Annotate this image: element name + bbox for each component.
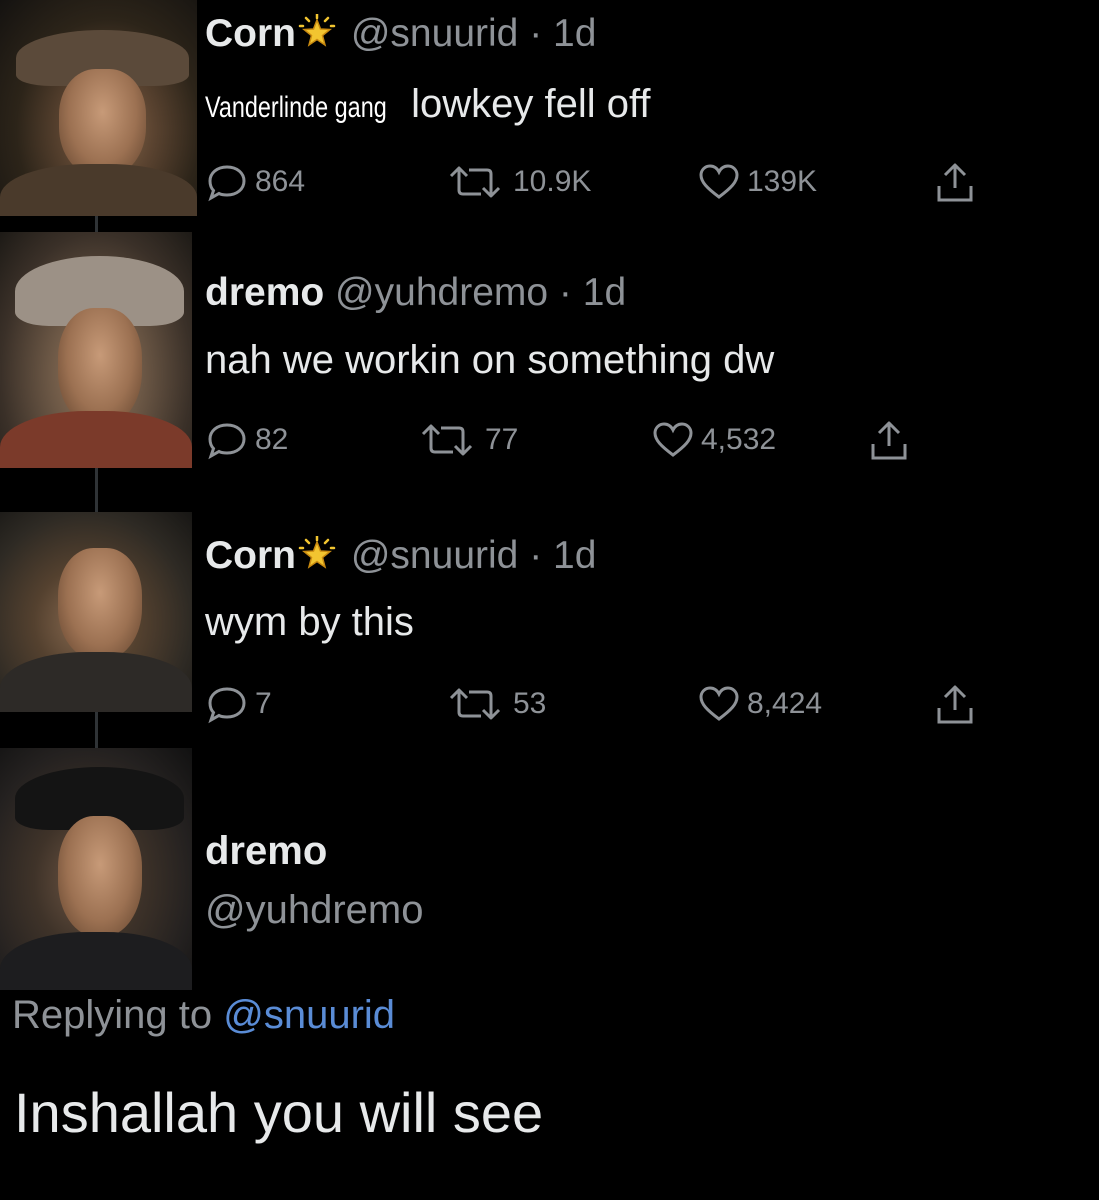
heart-icon [653, 422, 693, 457]
action-bar: 7 53 8,424 [205, 684, 995, 724]
tweet-header: dremo @yuhdremo · 1d [205, 273, 626, 312]
like-button[interactable]: 4,532 [651, 420, 776, 460]
like-count: 4,532 [701, 423, 777, 456]
avatar[interactable] [0, 232, 192, 468]
avatar[interactable] [0, 748, 192, 990]
share-upload-icon [937, 163, 973, 202]
action-bar: 864 10.9K 139K [205, 162, 995, 202]
share-button[interactable] [931, 684, 979, 733]
reply-count: 864 [255, 165, 306, 198]
tweet-text: wym by this [205, 600, 414, 644]
tweet-header: Corn @snuurid · 1d [205, 12, 596, 57]
retweet-count: 10.9K [513, 165, 592, 198]
sparkle-star-emoji-icon [298, 534, 336, 579]
reply-button[interactable]: 82 [205, 420, 288, 460]
separator-dot: · [558, 271, 572, 314]
display-name[interactable]: Corn [205, 12, 296, 55]
retweet-button[interactable]: 77 [415, 420, 518, 460]
speech-bubble-icon [208, 423, 246, 460]
timestamp[interactable]: 1d [583, 271, 626, 314]
reply-count: 82 [255, 423, 289, 456]
heart-icon [699, 164, 739, 199]
like-button[interactable]: 8,424 [697, 684, 822, 724]
avatar[interactable] [0, 512, 192, 712]
focused-tweet-text: Inshallah you will see [14, 1081, 544, 1144]
retweet-arrows-icon [449, 688, 501, 720]
share-button[interactable] [865, 420, 913, 469]
speech-bubble-icon [208, 165, 246, 202]
retweet-button[interactable]: 53 [443, 684, 546, 724]
separator-dot: · [529, 534, 543, 577]
reply-count: 7 [255, 687, 272, 720]
retweet-arrows-icon [421, 424, 473, 456]
mention-link[interactable]: @snuurid [223, 993, 395, 1037]
handle[interactable]: @yuhdremo [205, 888, 423, 933]
tweet-text-prefix: Vanderlinde gang [205, 91, 387, 124]
timestamp[interactable]: 1d [553, 534, 596, 577]
thread-line [95, 712, 98, 748]
avatar[interactable] [0, 0, 197, 216]
like-count: 8,424 [747, 687, 823, 720]
share-upload-icon [871, 421, 907, 460]
handle[interactable]: @snuurid [351, 12, 519, 55]
handle[interactable]: @yuhdremo [335, 271, 548, 314]
tweet-text: Vanderlinde gang lowkey fell off [205, 84, 650, 124]
thread-line [95, 468, 98, 512]
display-name[interactable]: dremo [205, 271, 324, 314]
tweet-text: nah we workin on something dw [205, 338, 775, 382]
tweet-text-body: lowkey fell off [411, 82, 651, 126]
thread-line [95, 216, 98, 232]
reply-button[interactable]: 864 [205, 162, 305, 202]
like-count: 139K [747, 165, 818, 198]
display-name[interactable]: dremo [205, 829, 327, 874]
reply-button[interactable]: 7 [205, 684, 272, 724]
retweet-count: 77 [485, 423, 519, 456]
like-button[interactable]: 139K [697, 162, 817, 202]
replying-to: Replying to @snuurid [12, 993, 395, 1038]
retweet-count: 53 [513, 687, 547, 720]
handle[interactable]: @snuurid [351, 534, 519, 577]
separator-dot: · [529, 12, 543, 55]
tweet-header: Corn @snuurid · 1d [205, 534, 596, 579]
display-name[interactable]: Corn [205, 534, 296, 577]
speech-bubble-icon [208, 687, 246, 724]
share-upload-icon [937, 685, 973, 724]
retweet-button[interactable]: 10.9K [443, 162, 591, 202]
action-bar: 82 77 4,532 [205, 420, 925, 460]
retweet-arrows-icon [449, 166, 501, 198]
replying-label: Replying to [12, 993, 213, 1037]
share-button[interactable] [931, 162, 979, 211]
timestamp[interactable]: 1d [553, 12, 596, 55]
sparkle-star-emoji-icon [298, 12, 336, 57]
heart-icon [699, 686, 739, 721]
